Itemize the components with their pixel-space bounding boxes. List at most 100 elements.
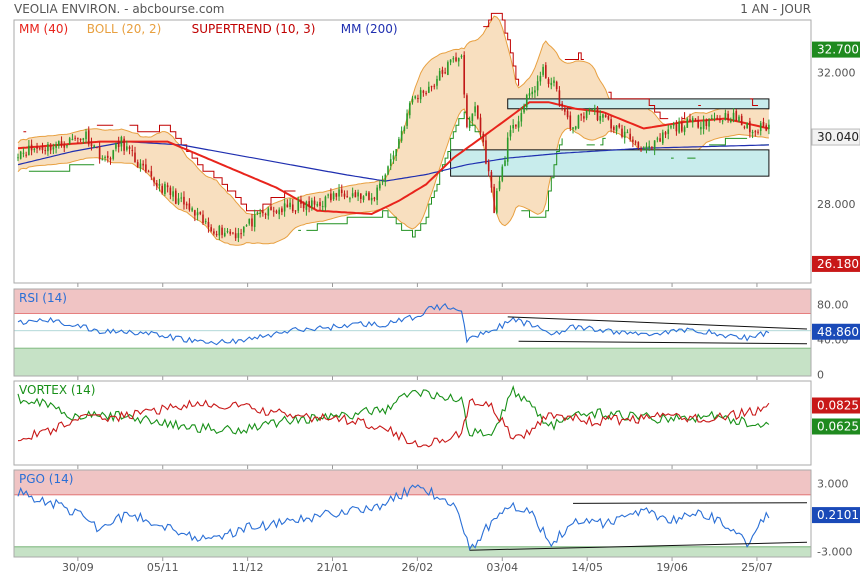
candle-body <box>433 85 436 87</box>
candle-body <box>123 138 125 151</box>
legend-item-0: MM (40) <box>19 22 68 36</box>
candle-body <box>645 146 648 149</box>
candle-body <box>479 117 482 133</box>
candle-body <box>275 210 278 213</box>
candle-body <box>504 160 506 166</box>
candle-body <box>572 127 574 130</box>
candle-body <box>735 111 738 121</box>
candle-body <box>702 120 705 129</box>
candle-body <box>38 148 41 150</box>
candle-body <box>381 180 384 183</box>
candle-body <box>678 122 680 133</box>
candle-body <box>564 107 566 112</box>
candle-body <box>267 208 270 216</box>
candle-body <box>327 194 329 196</box>
candle-body <box>302 202 305 209</box>
candle-body <box>632 139 634 142</box>
candle-body <box>112 150 115 159</box>
candle-body <box>553 80 555 83</box>
x-tick-label: 11/12 <box>232 561 264 574</box>
candle-body <box>289 202 291 208</box>
candle-body <box>379 183 381 189</box>
candle-body <box>199 212 202 214</box>
candle-body <box>311 200 313 207</box>
candle-body <box>338 189 340 197</box>
candle-body <box>346 196 349 198</box>
candle-body <box>115 142 117 149</box>
candle-body <box>447 62 449 75</box>
candle-body <box>768 124 770 129</box>
x-tick-label: 21/01 <box>317 561 349 574</box>
candle-body <box>436 79 438 86</box>
candle-body <box>501 166 504 181</box>
candle-body <box>109 158 112 160</box>
candle-body <box>74 137 76 139</box>
candle-body <box>490 172 493 188</box>
candle-body <box>221 227 223 235</box>
candle-body <box>286 204 289 208</box>
candle-body <box>259 212 261 214</box>
candle-body <box>689 119 691 122</box>
price-badge-0: 32.700 <box>817 43 859 57</box>
candle-body <box>411 98 414 103</box>
legend-item-0: VORTEX (14) <box>19 383 96 397</box>
candle-body <box>90 143 93 147</box>
candle-body <box>248 218 251 224</box>
candle-body <box>634 141 637 143</box>
candle-body <box>106 155 109 158</box>
candle-body <box>577 115 580 129</box>
candle-body <box>721 120 724 122</box>
candle-body <box>349 198 351 200</box>
candle-body <box>569 115 572 129</box>
candle-body <box>588 110 591 112</box>
candle-body <box>389 159 392 166</box>
candle-body <box>452 58 455 60</box>
candle-body <box>730 120 732 122</box>
candle-body <box>547 78 550 84</box>
candle-body <box>321 206 324 208</box>
candle-body <box>438 71 441 81</box>
candle-body <box>185 203 188 206</box>
candle-body <box>373 197 376 199</box>
candle-body <box>732 112 735 121</box>
candle-body <box>120 137 123 147</box>
candle-body <box>174 190 177 204</box>
candle-body <box>544 65 547 79</box>
candle-body <box>613 126 615 130</box>
candle-body <box>98 145 101 160</box>
stock-chart: VEOLIA ENVIRON. - abcbourse.com 1 AN - J… <box>13 2 860 574</box>
candle-body <box>340 189 343 194</box>
candle-body <box>509 130 512 137</box>
candle-body <box>716 117 719 119</box>
candle-body <box>740 115 743 126</box>
candle-body <box>417 98 419 100</box>
candle-body <box>455 57 457 62</box>
candle-body <box>525 95 528 108</box>
vortex-badge-1: 0.0625 <box>817 420 859 434</box>
candle-body <box>324 196 327 208</box>
candle-body <box>466 95 468 127</box>
candle-body <box>670 126 672 128</box>
candle-body <box>155 182 158 187</box>
candle-body <box>749 121 751 133</box>
candle-body <box>759 123 762 132</box>
candle-body <box>330 193 332 201</box>
candle-body <box>686 118 689 128</box>
candle-body <box>213 231 215 234</box>
vortex-plus-line <box>17 384 770 437</box>
candle-body <box>63 145 66 148</box>
candle-body <box>351 193 354 197</box>
candle-body <box>398 138 400 149</box>
candle-body <box>166 185 169 188</box>
resistance-box <box>507 98 770 110</box>
candle-body <box>210 227 212 231</box>
candle-body <box>308 201 310 207</box>
candle-body <box>528 93 531 96</box>
candle-body <box>534 90 536 93</box>
candle-body <box>727 113 729 121</box>
candle-body <box>512 124 514 129</box>
candle-body <box>430 86 433 88</box>
candle-body <box>319 202 321 206</box>
x-tick-label: 26/02 <box>402 561 434 574</box>
rsi-tick-label: 0 <box>817 368 824 381</box>
